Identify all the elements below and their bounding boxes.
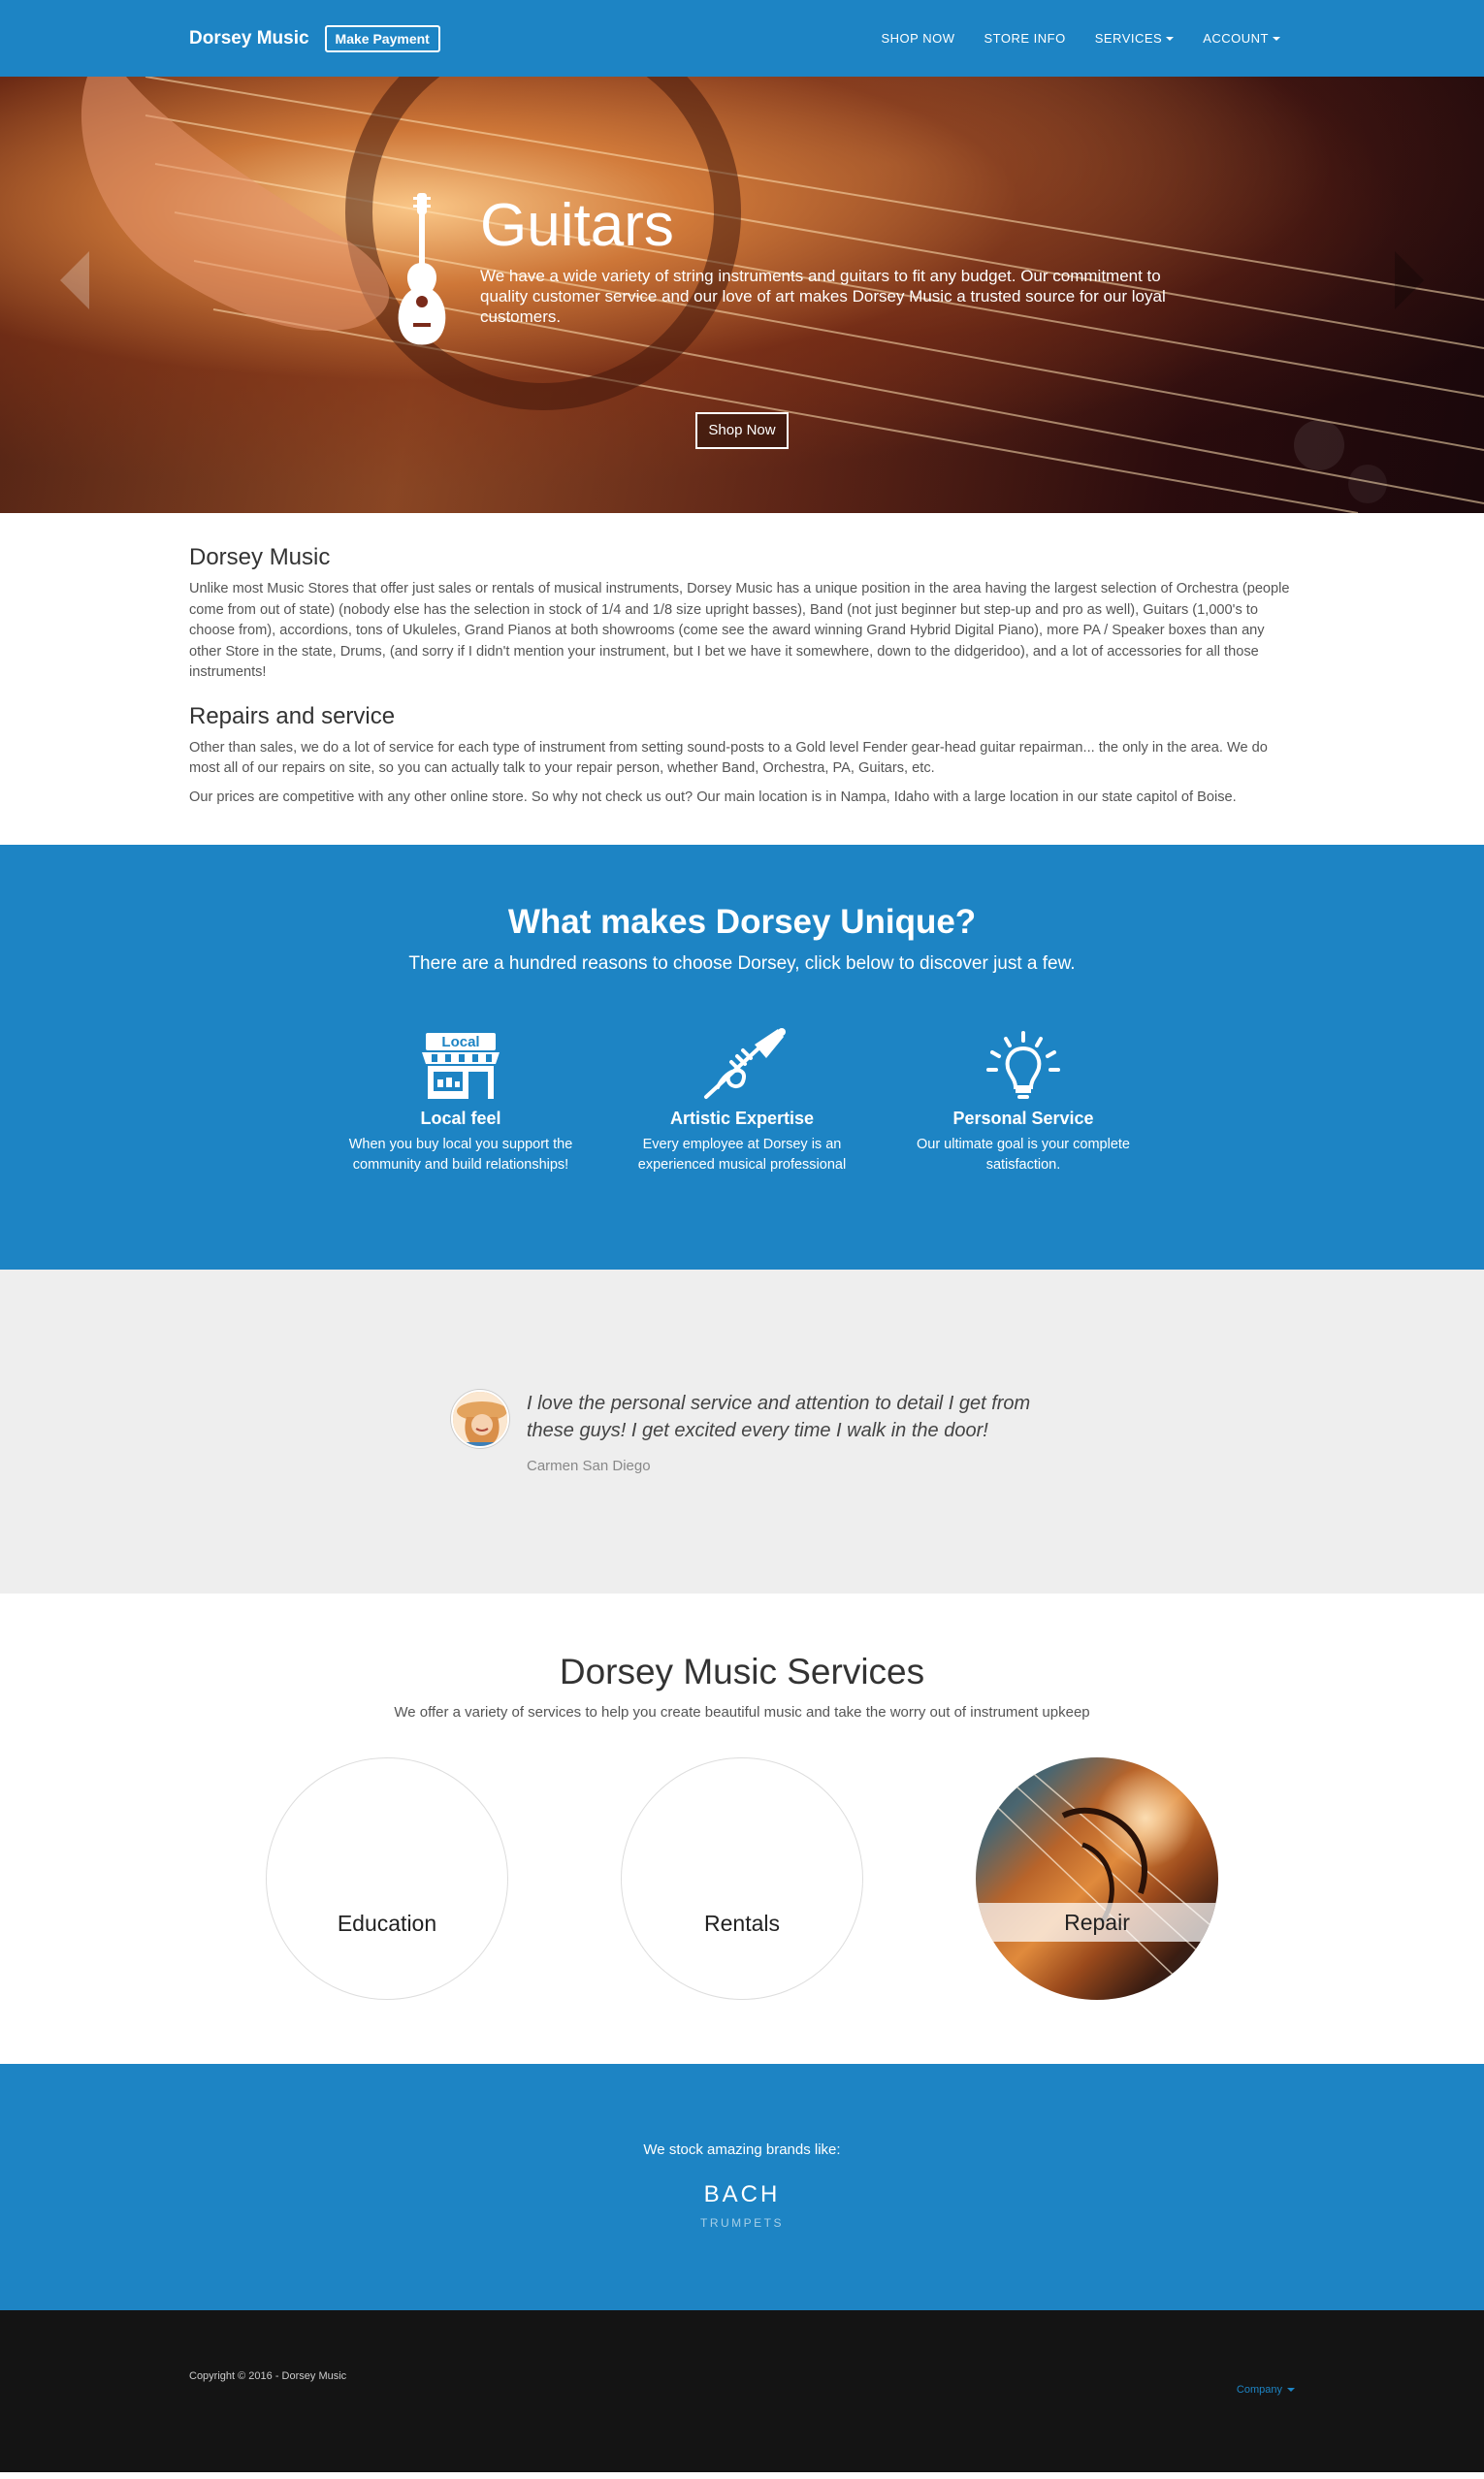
unique-subtitle: There are a hundred reasons to choose Do…	[408, 953, 1076, 974]
caret-down-icon	[1166, 36, 1175, 41]
top-navbar: Dorsey Music Make Payment SHOP NOW STORE…	[0, 0, 1484, 77]
copyright-text: Copyright © 2016 - Dorsey Music	[189, 2370, 347, 2382]
trumpet-icon	[704, 1028, 786, 1099]
hero-carousel: Guitars We have a wide variety of string…	[0, 77, 1484, 513]
feature-text: Every employee at Dorsey is an experienc…	[637, 1137, 847, 1173]
caret-down-icon	[1273, 36, 1280, 41]
feature-local-feel[interactable]: Local Local feel When you buy local you …	[335, 1029, 587, 1175]
services-section: Dorsey Music Services We offer a variety…	[0, 1594, 1484, 2064]
about-title: Dorsey Music	[189, 544, 331, 570]
violin-photo	[976, 1757, 1218, 1991]
about-section: Dorsey Music Unlike most Music Stores th…	[0, 513, 1484, 845]
feature-title: Personal Service	[952, 1109, 1094, 1128]
features-list: Local Local feel When you buy local you …	[0, 1028, 1484, 1175]
carousel-prev-arrow[interactable]	[60, 251, 89, 309]
company-label: Company	[1236, 2384, 1282, 2396]
feature-personal-service[interactable]: Personal Service Our ultimate goal is yo…	[897, 1029, 1149, 1175]
brands-intro: We stock amazing brands like:	[643, 2141, 841, 2158]
hero-description: We have a wide variety of string instrum…	[480, 267, 1166, 326]
repairs-body: Other than sales, we do a lot of service…	[189, 739, 1268, 777]
feature-title: Artistic Expertise	[669, 1109, 815, 1128]
company-dropdown[interactable]: Company	[1237, 2384, 1295, 2396]
nav-services-dropdown[interactable]: SERVICES	[1081, 31, 1189, 46]
nav-account-label: ACCOUNT	[1203, 31, 1269, 46]
footer: Copyright © 2016 - Dorsey Music Company	[0, 2310, 1484, 2472]
customer-portrait	[453, 1391, 507, 1446]
feature-title: Local feel	[420, 1109, 501, 1128]
about-body: Unlike most Music Stores that offer just…	[189, 581, 1290, 680]
nav-shop-now[interactable]: SHOP NOW	[866, 31, 969, 46]
avatar	[451, 1389, 509, 1448]
feature-artistic-expertise[interactable]: Artistic Expertise Every employee at Dor…	[616, 1028, 868, 1175]
brand-category: TRUMPETS	[700, 2216, 784, 2230]
prices-body: Our prices are competitive with any othe…	[189, 789, 1237, 805]
lightbulb-icon	[986, 1031, 1060, 1099]
nav-shop-now-label: SHOP NOW	[881, 31, 955, 46]
hero-shop-now-button[interactable]: Shop Now	[695, 412, 789, 449]
unique-section: What makes Dorsey Unique? There are a hu…	[0, 845, 1484, 1270]
brands-section: We stock amazing brands like: BACH TRUMP…	[0, 2064, 1484, 2310]
nav-services-label: SERVICES	[1094, 31, 1163, 46]
testimonial-author: Carmen San Diego	[527, 1457, 651, 1474]
services-title: Dorsey Music Services	[559, 1652, 925, 1691]
nav-account-dropdown[interactable]: ACCOUNT	[1188, 31, 1295, 46]
service-label: Education	[337, 1911, 437, 1936]
feature-text: Our ultimate goal is your complete satis…	[916, 1137, 1130, 1173]
service-education[interactable]: Education	[266, 1757, 508, 2000]
services-subtitle: We offer a variety of services to help y…	[394, 1704, 1090, 1721]
service-repair[interactable]: Repair	[976, 1757, 1218, 2000]
testimonial-quote: I love the personal service and attentio…	[527, 1392, 1031, 1441]
services-list: Education Rentals Repair	[0, 1757, 1484, 2000]
unique-title: What makes Dorsey Unique?	[507, 903, 977, 941]
nav-store-info[interactable]: STORE INFO	[969, 31, 1080, 46]
local-store-icon-text: Local	[441, 1034, 479, 1050]
acoustic-guitar-icon	[398, 193, 446, 345]
testimonial-section: I love the personal service and attentio…	[0, 1270, 1484, 1594]
make-payment-button[interactable]: Make Payment	[324, 24, 440, 52]
service-label: Rentals	[704, 1911, 780, 1936]
nav-links: SHOP NOW STORE INFO SERVICES ACCOUNT	[866, 31, 1295, 46]
carousel-next-arrow[interactable]	[1395, 251, 1424, 309]
local-store-icon: Local	[422, 1033, 500, 1099]
caret-down-icon	[1287, 2388, 1295, 2392]
service-label: Repair	[976, 1903, 1218, 1942]
feature-text: When you buy local you support the commu…	[348, 1137, 573, 1173]
service-rentals[interactable]: Rentals	[621, 1757, 863, 2000]
hero-title: Guitars	[480, 192, 674, 259]
brand-logo-link[interactable]: Dorsey Music	[189, 28, 309, 49]
brand-name: BACH	[703, 2181, 781, 2207]
repairs-title: Repairs and service	[189, 702, 396, 729]
nav-store-info-label: STORE INFO	[984, 31, 1066, 46]
